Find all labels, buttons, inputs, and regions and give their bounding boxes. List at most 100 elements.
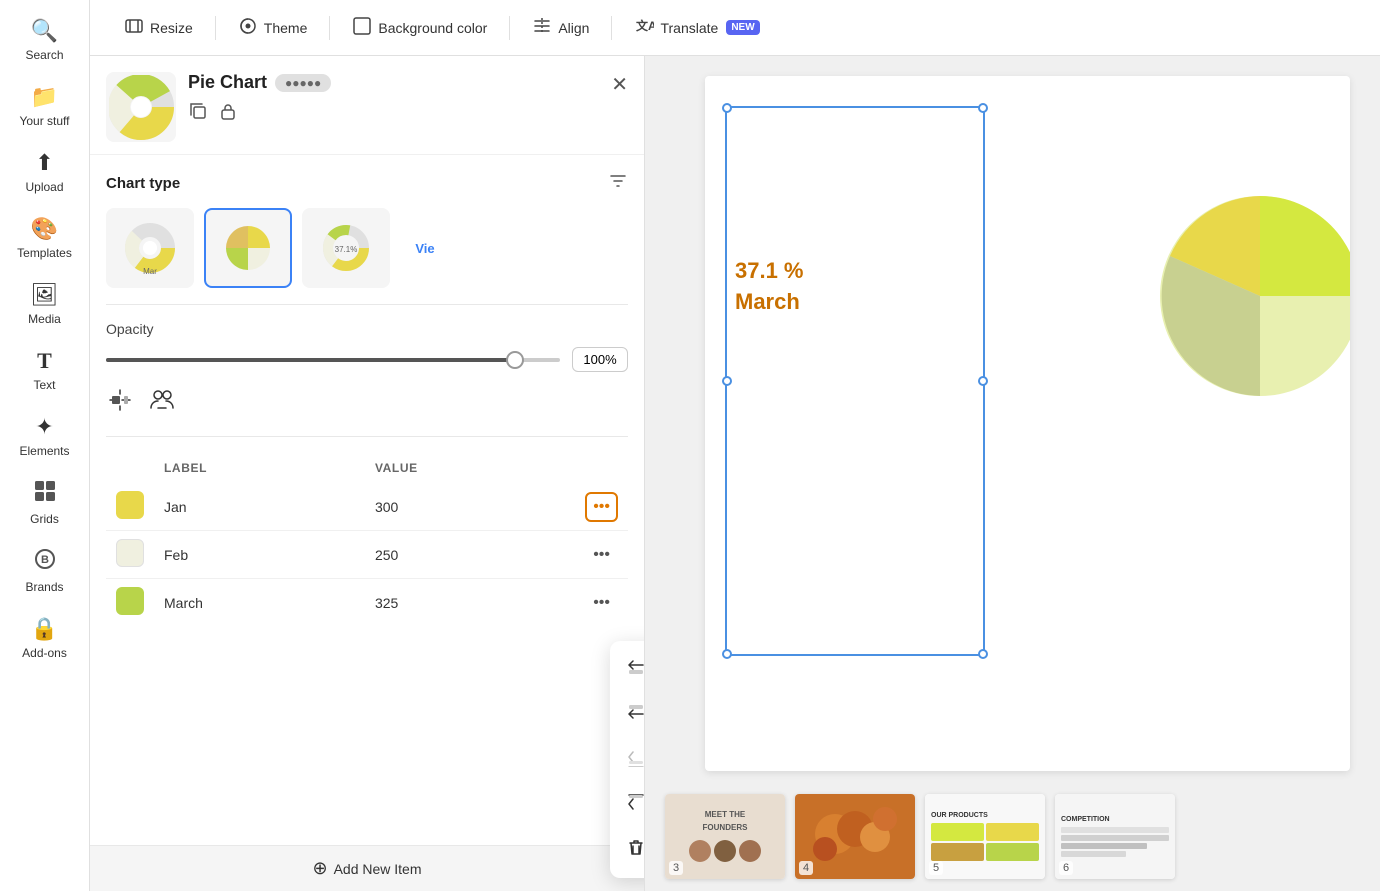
add-item-label: Add New Item (334, 861, 422, 877)
svg-text:B: B (41, 554, 49, 566)
left-panel: Pie Chart ●●●●● (90, 56, 645, 891)
row-3-label-cell: March (154, 579, 365, 627)
chart-type-donut-2[interactable]: 37.1% (302, 208, 390, 288)
toolbar-divider-3 (509, 16, 510, 40)
chart-types-container: Mar (106, 208, 628, 288)
svg-text:Mar: Mar (143, 267, 157, 276)
sidebar-item-elements[interactable]: ✦ Elements (5, 404, 85, 468)
sidebar-item-grids[interactable]: Grids (5, 470, 85, 536)
row-3-menu-button[interactable]: ••• (585, 588, 618, 618)
opacity-slider-track[interactable] (106, 358, 560, 362)
selection-handle-bl[interactable] (722, 649, 732, 659)
canvas-chart-text: 37.1 % March (735, 256, 804, 318)
people-icon[interactable] (148, 386, 176, 420)
sidebar-item-brands[interactable]: B Brands (5, 538, 85, 604)
add-item-plus-icon: ⊕ (312, 858, 327, 879)
slide-thumbnail-5[interactable]: OUR PRODUCTS 5 (925, 794, 1045, 879)
sidebar-item-text[interactable]: T Text (5, 338, 85, 402)
resize-button[interactable]: Resize (110, 8, 207, 47)
sidebar-item-your-stuff[interactable]: 📁 Your stuff (5, 74, 85, 138)
context-menu-delete[interactable]: Delete Row (610, 827, 645, 872)
selection-handle-ml[interactable] (722, 376, 732, 386)
sidebar-item-search[interactable]: 🔍 Search (5, 8, 85, 72)
opacity-label: Opacity (106, 321, 628, 337)
background-color-button[interactable]: Background color (338, 8, 501, 47)
context-menu-move-below[interactable]: Move Row Below (610, 782, 645, 827)
panel-title-area: Pie Chart ●●●●● (188, 72, 599, 126)
data-table: LABEL VALUE Jan 300 (106, 453, 628, 626)
duplicate-icon[interactable] (188, 101, 208, 126)
context-menu-add-below[interactable]: Add Item Below (610, 692, 645, 737)
sidebar-item-upload[interactable]: ⬆ Upload (5, 140, 85, 204)
resize-label: Resize (150, 20, 193, 36)
selection-handle-tr[interactable] (978, 103, 988, 113)
media-icon: 🖼 (31, 282, 59, 308)
selection-handle-tl[interactable] (722, 103, 732, 113)
view-more-button[interactable]: Vie (400, 208, 450, 288)
selection-handle-br[interactable] (978, 649, 988, 659)
theme-label: Theme (264, 20, 308, 36)
row-2-color-swatch[interactable] (116, 539, 144, 567)
sidebar-item-label: Your stuff (19, 114, 69, 128)
slide-6-number: 6 (1059, 861, 1073, 875)
add-new-item-button[interactable]: ⊕ Add New Item (90, 845, 644, 891)
close-button[interactable]: ✕ (611, 72, 628, 97)
slide-3-number: 3 (669, 861, 683, 875)
slide-thumbnail-6[interactable]: COMPETITION 6 (1055, 794, 1175, 879)
opacity-row (106, 347, 628, 372)
translate-icon: 文A (634, 16, 654, 39)
row-2-menu-button[interactable]: ••• (585, 540, 618, 570)
row-2-label-cell: Feb (154, 531, 365, 579)
col-color-header (106, 453, 154, 483)
move-below-icon (626, 792, 645, 817)
slide-5-number: 5 (929, 861, 943, 875)
slide-thumbnail-3[interactable]: MEET THE FOUNDERS 3 (665, 794, 785, 879)
opacity-input[interactable] (572, 347, 628, 372)
addons-icon: 🔒 (31, 616, 58, 642)
background-color-label: Background color (378, 20, 487, 36)
sidebar-item-label: Templates (17, 246, 72, 260)
sidebar-item-templates[interactable]: 🎨 Templates (5, 206, 85, 270)
theme-icon (238, 16, 258, 39)
align-button[interactable]: Align (518, 8, 603, 47)
flip-icon[interactable] (106, 386, 134, 420)
slide-4-number: 4 (799, 861, 813, 875)
canvas-area: Pie Chart ●●●●● (90, 56, 1380, 891)
context-menu-add-above[interactable]: Add Item Above (610, 647, 645, 692)
sidebar-item-addons[interactable]: 🔒 Add-ons (5, 606, 85, 670)
context-menu-move-above: Move Row Above (610, 737, 645, 782)
row-3-action-cell: ••• (575, 579, 628, 627)
col-label-header: LABEL (154, 453, 365, 483)
slide-thumbnail-4[interactable]: 4 (795, 794, 915, 879)
translate-button[interactable]: 文A Translate NEW (620, 8, 773, 47)
row-1-value-cell: 300 (365, 483, 575, 531)
row-2-action-cell: ••• (575, 531, 628, 579)
resize-icon (124, 16, 144, 39)
opacity-slider-thumb[interactable] (506, 351, 524, 369)
theme-button[interactable]: Theme (224, 8, 322, 47)
chart-type-pie[interactable] (204, 208, 292, 288)
templates-icon: 🎨 (31, 216, 58, 242)
row-1-menu-button[interactable]: ••• (585, 492, 618, 522)
row-2-value-cell: 250 (365, 531, 575, 579)
row-3-color-swatch[interactable] (116, 587, 144, 615)
row-3-color-cell (106, 579, 154, 627)
chart-type-donut-1[interactable]: Mar (106, 208, 194, 288)
panel-icons (188, 101, 599, 126)
table-row: March 325 ••• (106, 579, 628, 627)
selection-handle-mr[interactable] (978, 376, 988, 386)
col-action-header (575, 453, 628, 483)
selection-box[interactable] (725, 106, 985, 656)
table-divider (106, 436, 628, 437)
brands-icon: B (34, 548, 56, 576)
chart-thumbnail (106, 72, 176, 142)
sidebar-item-label: Text (33, 378, 55, 392)
panel-title-badge: ●●●●● (275, 74, 331, 92)
lock-icon[interactable] (218, 101, 238, 126)
toolbar-divider-4 (611, 16, 612, 40)
sidebar-item-media[interactable]: 🖼 Media (5, 272, 85, 336)
sidebar-item-label: Search (25, 48, 63, 62)
filter-icon[interactable] (608, 171, 628, 196)
row-1-color-cell (106, 483, 154, 531)
row-1-color-swatch[interactable] (116, 491, 144, 519)
